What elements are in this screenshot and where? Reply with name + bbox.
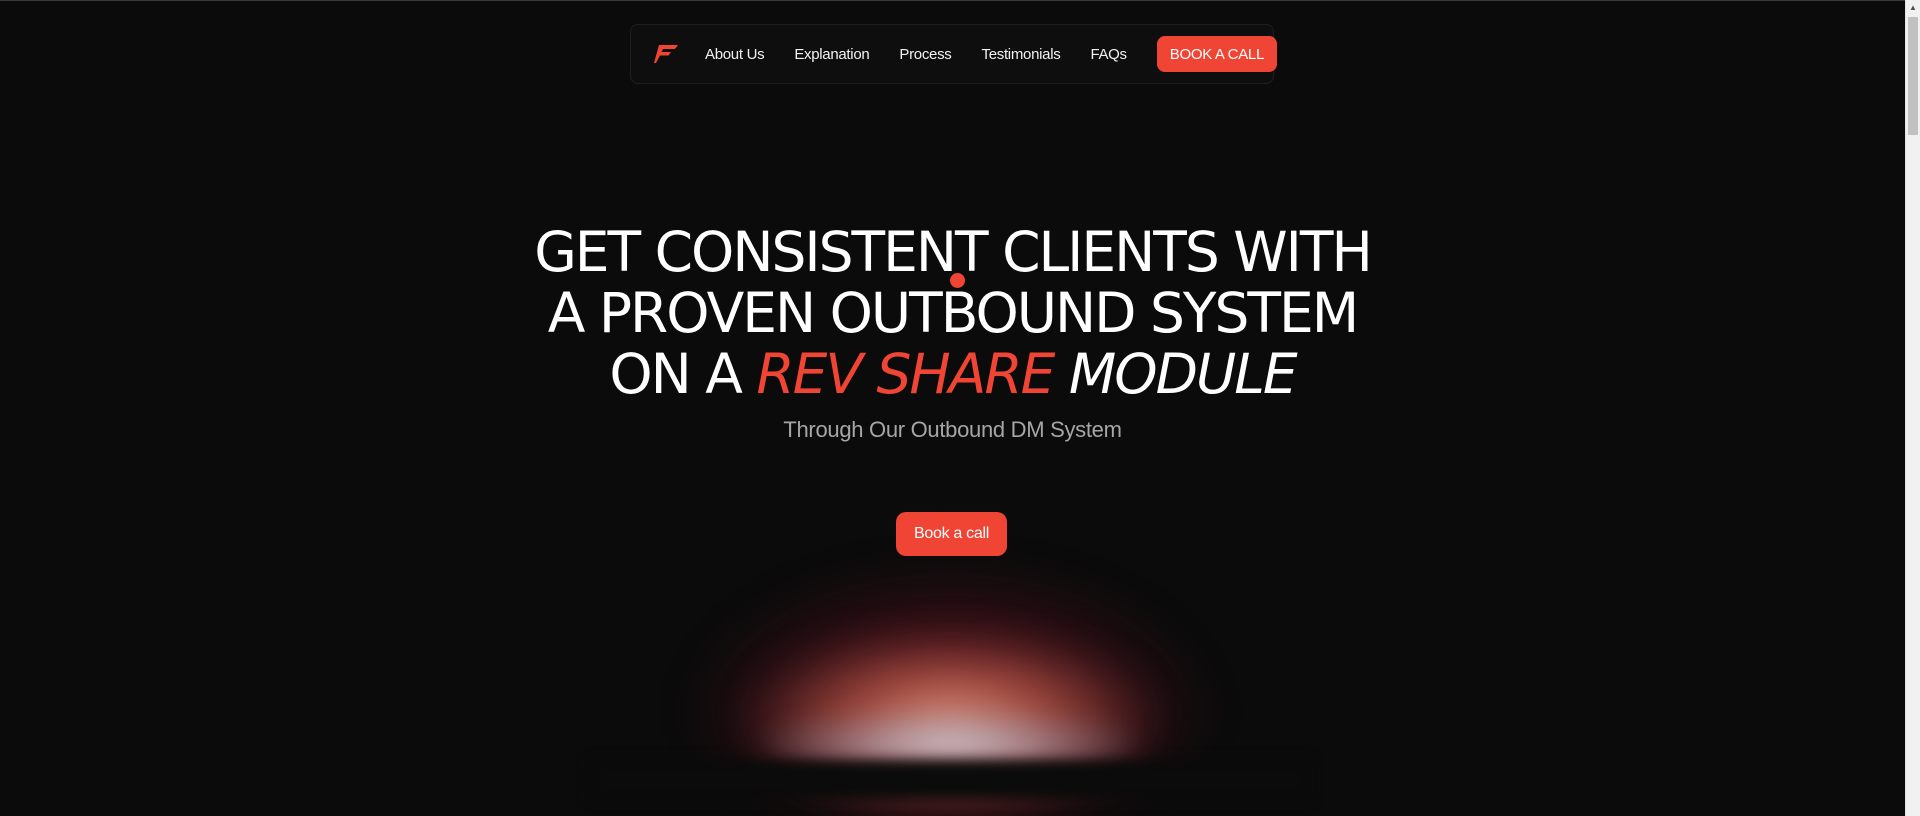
nav-link-process[interactable]: Process [899, 46, 951, 63]
nav-link-faqs[interactable]: FAQs [1090, 46, 1127, 63]
nav-links: About Us Explanation Process Testimonial… [705, 46, 1157, 63]
top-border [0, 0, 1905, 1]
hero-section: GET CONSISTENT CLIENTS WITH A PROVEN OUT… [0, 222, 1905, 443]
vertical-scrollbar[interactable]: ▲ [1905, 0, 1920, 816]
hero-title-line-2: A PROVEN OUTBOUND SYSTEM [547, 281, 1359, 345]
scroll-up-arrow-icon[interactable]: ▲ [1906, 0, 1920, 15]
hero-glow-decoration [590, 540, 1310, 816]
page: About Us Explanation Process Testimonial… [0, 0, 1920, 816]
nav-link-about-us[interactable]: About Us [705, 46, 765, 63]
flash-f-logo-icon[interactable] [653, 40, 679, 68]
hero-title-line-3-suffix: MODULE [1068, 342, 1298, 406]
navbar: About Us Explanation Process Testimonial… [630, 24, 1278, 84]
hero-title: GET CONSISTENT CLIENTS WITH A PROVEN OUT… [0, 222, 1905, 405]
nav-link-explanation[interactable]: Explanation [794, 46, 869, 63]
hero-title-line-3: ON A REV SHARE MODULE [0, 344, 1905, 405]
scrollbar-thumb[interactable] [1908, 17, 1918, 135]
book-a-call-button[interactable]: Book a call [896, 512, 1007, 556]
cursor-dot [950, 273, 965, 288]
nav-link-testimonials[interactable]: Testimonials [982, 46, 1061, 63]
hero-title-line-3-prefix: ON A [609, 342, 743, 406]
book-a-call-nav-button[interactable]: BOOK A CALL [1156, 36, 1278, 72]
hero-title-accent: REV SHARE [756, 342, 1055, 406]
hero-subtitle: Through Our Outbound DM System [783, 417, 1122, 442]
